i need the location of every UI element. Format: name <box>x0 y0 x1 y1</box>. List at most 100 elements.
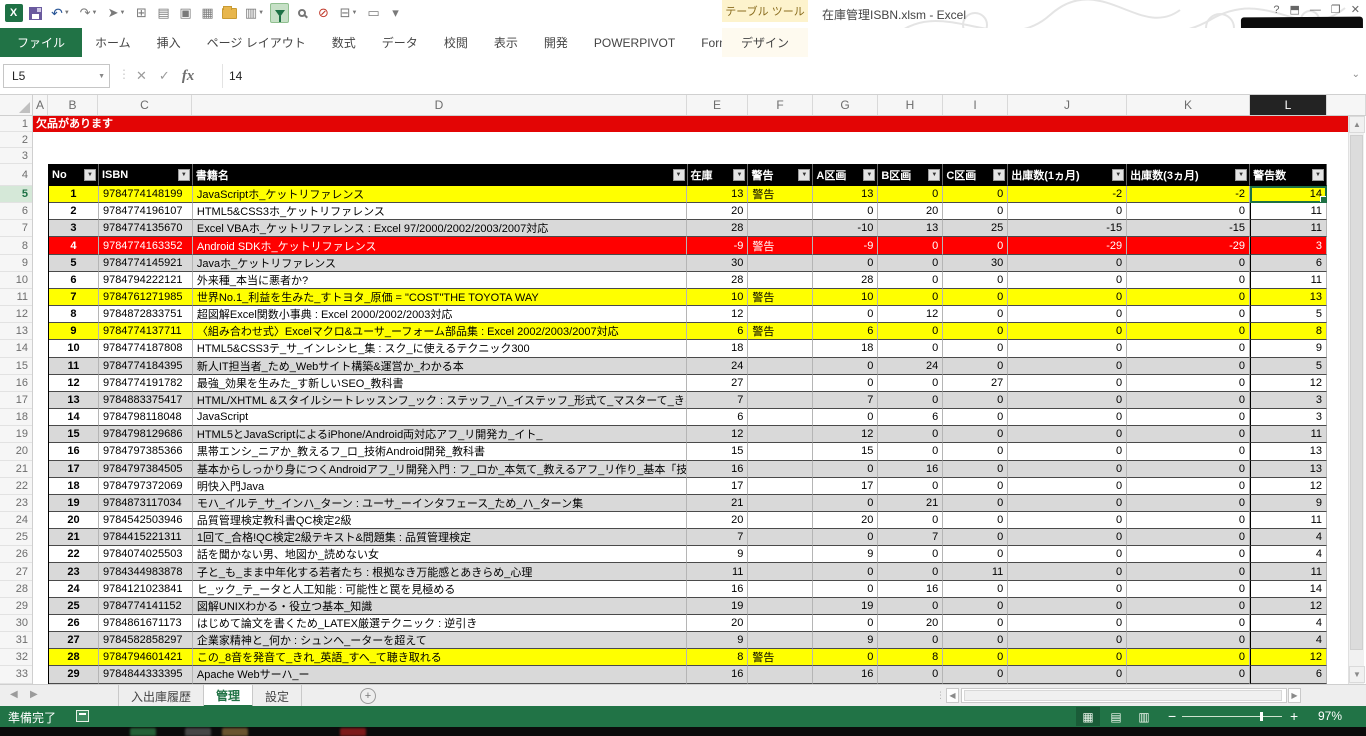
cell-stock[interactable]: 18 <box>687 340 748 357</box>
close-button[interactable]: ✕ <box>1351 3 1360 16</box>
row-header-7[interactable]: 7 <box>0 220 32 237</box>
cell-isbn[interactable]: 9784121023841 <box>99 581 193 598</box>
cell-out3[interactable]: 0 <box>1127 615 1250 632</box>
cell-out1[interactable]: -2 <box>1008 186 1127 203</box>
scroll-right-icon[interactable]: ▶ <box>1288 688 1301 703</box>
cell-out3[interactable]: 0 <box>1127 358 1250 375</box>
sheet-tab-3[interactable]: 設定 <box>253 685 302 707</box>
cell-c[interactable]: 0 <box>943 443 1008 460</box>
cell-no[interactable]: 29 <box>49 666 99 683</box>
cell-out3[interactable]: 0 <box>1127 409 1250 426</box>
cell-stock[interactable]: 15 <box>687 443 748 460</box>
filter-button[interactable]: ▼ <box>84 169 96 181</box>
cell-a[interactable]: 9 <box>813 632 878 649</box>
cell-isbn[interactable]: 9784774163352 <box>99 237 193 254</box>
cell-out3[interactable]: 0 <box>1127 649 1250 666</box>
cell-stock[interactable]: 19 <box>687 598 748 615</box>
cell-no[interactable]: 5 <box>49 255 99 272</box>
taskbar-icon[interactable] <box>130 728 156 736</box>
row-header-11[interactable]: 11 <box>0 289 32 306</box>
cell-b[interactable]: 20 <box>878 615 943 632</box>
cell-stock[interactable]: 9 <box>687 632 748 649</box>
cell-out1[interactable]: 0 <box>1008 289 1127 306</box>
cell-c[interactable]: 0 <box>943 237 1008 254</box>
cell-b[interactable]: 16 <box>878 581 943 598</box>
page-break-view-icon[interactable]: ▥ <box>1132 707 1156 726</box>
cell-warn_count[interactable]: 6 <box>1250 666 1327 683</box>
cell-isbn[interactable]: 9784798118048 <box>99 409 193 426</box>
cell-title[interactable]: 明快入門Java <box>193 478 688 495</box>
cancel-entry-icon[interactable]: ✕ <box>136 68 147 84</box>
cell-title[interactable]: 企業家精神と_何か : シュンヘ_ーターを超えて <box>193 632 688 649</box>
cell-title[interactable]: 世界No.1_利益を生みた_すトヨタ_原価 = "COST"THE TOYOTA… <box>193 289 688 306</box>
cell-out3[interactable]: 0 <box>1127 255 1250 272</box>
cell-stock[interactable]: 16 <box>687 666 748 683</box>
column-header-E[interactable]: E <box>687 95 748 115</box>
cell-out3[interactable]: 0 <box>1127 581 1250 598</box>
column-header-C[interactable]: C <box>98 95 192 115</box>
cell-stock[interactable]: 12 <box>687 306 748 323</box>
cell-stock[interactable]: 17 <box>687 478 748 495</box>
sheet-tab-1[interactable]: 入出庫履歴 <box>118 685 204 707</box>
cell-b[interactable]: 0 <box>878 632 943 649</box>
cell-a[interactable]: 17 <box>813 478 878 495</box>
cell-a[interactable]: 0 <box>813 649 878 666</box>
filter-button[interactable]: ▼ <box>928 169 940 181</box>
cell-b[interactable]: 7 <box>878 529 943 546</box>
cell-title[interactable]: Android SDKホ_ケットリファレンス <box>193 237 688 254</box>
row-header-5[interactable]: 5 <box>0 186 32 203</box>
open-folder-icon[interactable] <box>220 3 239 23</box>
row-header-22[interactable]: 22 <box>0 478 32 495</box>
cell-warn[interactable]: 警告 <box>748 323 813 340</box>
cell-c[interactable]: 0 <box>943 306 1008 323</box>
name-box-dropdown-icon[interactable]: ▼ <box>98 73 105 80</box>
cell-out3[interactable]: 0 <box>1127 546 1250 563</box>
cell-a[interactable]: -9 <box>813 237 878 254</box>
cell-no[interactable]: 11 <box>49 358 99 375</box>
cell-title[interactable]: 外来種_本当に悪者か? <box>193 272 688 289</box>
column-header-B[interactable]: B <box>48 95 98 115</box>
row-header-25[interactable]: 25 <box>0 529 32 546</box>
taskbar-icon[interactable] <box>340 728 366 736</box>
cell-stock[interactable]: 30 <box>687 255 748 272</box>
prev-sheet-icon[interactable]: ◀ <box>10 689 18 700</box>
cell-title[interactable]: Javaホ_ケットリファレンス <box>193 255 688 272</box>
cell-no[interactable]: 27 <box>49 632 99 649</box>
cell-warn_count[interactable]: 5 <box>1250 306 1327 323</box>
cell-title[interactable]: 最強_効果を生みた_す新しいSEO_教科書 <box>193 375 688 392</box>
cell-no[interactable]: 8 <box>49 306 99 323</box>
cell-warn_count[interactable]: 11 <box>1250 426 1327 443</box>
filter-button[interactable]: ▼ <box>1112 169 1124 181</box>
cell-isbn[interactable]: 9784582858297 <box>99 632 193 649</box>
cell-a[interactable]: 0 <box>813 203 878 220</box>
cell-c[interactable]: 0 <box>943 323 1008 340</box>
cell-out1[interactable]: 0 <box>1008 598 1127 615</box>
cell-out3[interactable]: 0 <box>1127 272 1250 289</box>
table-style-icon[interactable]: ▥▼ <box>242 3 267 23</box>
cell-b[interactable]: 0 <box>878 666 943 683</box>
cell-c[interactable]: 0 <box>943 409 1008 426</box>
cell-no[interactable]: 18 <box>49 478 99 495</box>
cell-a[interactable]: 0 <box>813 461 878 478</box>
cell-c[interactable]: 11 <box>943 563 1008 580</box>
cell-c[interactable]: 0 <box>943 340 1008 357</box>
cell-stock[interactable]: 8 <box>687 649 748 666</box>
cell-stock[interactable]: 7 <box>687 529 748 546</box>
zoom-percentage[interactable]: 97% <box>1318 709 1342 723</box>
cell-a[interactable]: 18 <box>813 340 878 357</box>
form-icon[interactable]: ▭ <box>364 3 383 23</box>
row-header-10[interactable]: 10 <box>0 272 32 289</box>
cell-no[interactable]: 16 <box>49 443 99 460</box>
minimize-button[interactable]: — <box>1310 4 1321 16</box>
touch-mode-icon[interactable]: ➤▼ <box>104 3 129 23</box>
cell-warn[interactable] <box>748 203 813 220</box>
ribbon-tab-8[interactable]: 開発 <box>531 28 581 57</box>
cell-isbn[interactable]: 9784798129686 <box>99 426 193 443</box>
cell-c[interactable]: 0 <box>943 358 1008 375</box>
cell-isbn[interactable]: 9784774184395 <box>99 358 193 375</box>
select-all-corner[interactable] <box>0 95 33 115</box>
cell-stock[interactable]: 24 <box>687 358 748 375</box>
undo-icon[interactable]: ↶▼ <box>48 3 73 23</box>
cell-no[interactable]: 9 <box>49 323 99 340</box>
column-header-G[interactable]: G <box>813 95 878 115</box>
